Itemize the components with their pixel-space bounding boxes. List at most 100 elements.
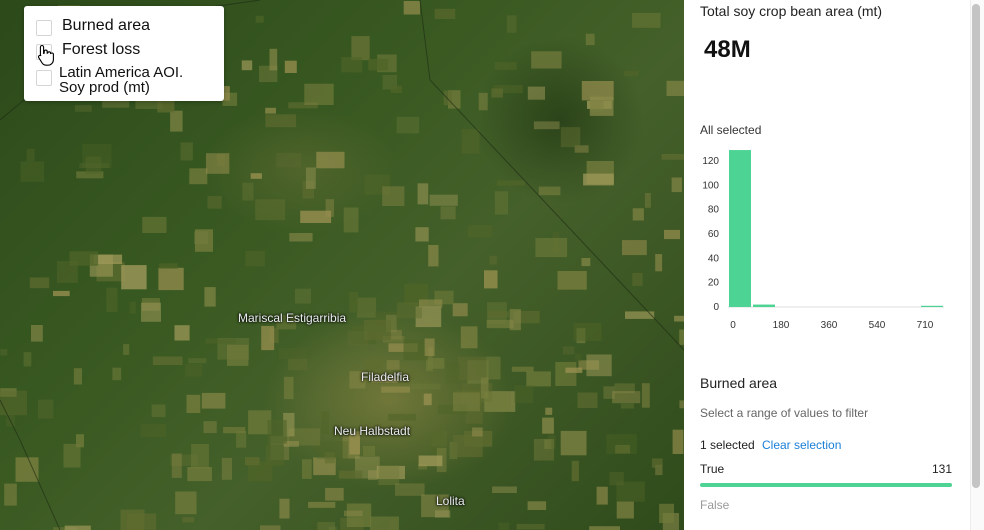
category-label-true[interactable]: True: [700, 462, 724, 476]
field-patch: [575, 353, 582, 362]
clear-selection-link[interactable]: Clear selection: [762, 438, 841, 452]
histogram-bar[interactable]: [729, 150, 751, 307]
field-patch: [188, 358, 207, 364]
field-patch: [368, 58, 389, 71]
field-patch: [324, 452, 335, 464]
field-patch: [386, 360, 400, 370]
field-patch: [674, 315, 684, 322]
field-patch: [557, 271, 587, 290]
field-patch: [182, 517, 195, 523]
field-patch: [279, 498, 290, 519]
x-tick-label: 180: [773, 320, 790, 331]
field-patch: [180, 142, 193, 161]
field-patch: [242, 182, 254, 201]
field-patch: [457, 356, 487, 381]
field-patch: [396, 116, 420, 134]
field-patch: [429, 194, 458, 206]
field-patch: [64, 525, 91, 530]
field-patch: [15, 457, 39, 482]
field-patch: [571, 460, 579, 482]
histogram-chart[interactable]: 0 20 40 60 80 100 120 0 180 360 540 710: [684, 150, 984, 340]
field-patch: [288, 358, 308, 371]
field-patch: [294, 288, 311, 304]
y-tick-label: 60: [708, 229, 720, 240]
x-tick-label: 540: [869, 320, 886, 331]
field-patch: [289, 233, 313, 242]
field-patch: [73, 368, 82, 385]
field-patch: [261, 326, 275, 351]
field-patch: [250, 173, 262, 179]
field-patch: [26, 148, 35, 162]
field-patch: [255, 15, 264, 23]
histogram-bar[interactable]: [921, 305, 943, 307]
field-patch: [596, 486, 608, 505]
layer-toggle-latin-america-aoi[interactable]: Latin America AOI. Soy prod (mt): [36, 65, 183, 95]
field-patch: [467, 225, 493, 238]
field-patch: [221, 457, 232, 480]
field-patch: [245, 250, 265, 267]
field-patch: [616, 481, 645, 502]
field-patch: [615, 444, 631, 454]
field-patch: [494, 62, 517, 70]
field-patch: [403, 1, 420, 15]
field-patch: [191, 444, 209, 469]
field-patch: [620, 403, 635, 409]
side-panel: Total soy crop bean area (mt) 48M All se…: [684, 0, 984, 530]
field-patch: [443, 90, 452, 106]
field-patch: [175, 491, 197, 515]
field-patch: [141, 302, 161, 322]
field-patch: [489, 255, 497, 265]
field-patch: [531, 51, 562, 69]
field-patch: [428, 245, 439, 267]
field-patch: [4, 483, 17, 506]
field-patch: [560, 430, 587, 456]
field-patch: [344, 510, 363, 517]
field-patch: [171, 453, 182, 478]
field-patch: [445, 362, 460, 384]
layer-toggle-burned-area[interactable]: Burned area: [36, 17, 150, 36]
category-bar-true[interactable]: [700, 483, 952, 487]
y-tick-label: 20: [708, 278, 720, 289]
field-patch: [671, 177, 682, 193]
field-patch: [632, 12, 661, 28]
field-patch: [395, 483, 425, 496]
field-patch: [419, 299, 443, 308]
field-patch: [533, 438, 555, 461]
field-patch: [276, 152, 302, 168]
field-patch: [31, 325, 43, 342]
field-patch: [472, 427, 483, 437]
field-patch: [555, 362, 577, 386]
map-label-lolita: Lolita: [436, 494, 465, 508]
field-patch: [586, 354, 612, 377]
field-patch: [0, 349, 8, 356]
field-patch: [204, 287, 216, 307]
field-patch: [651, 458, 663, 468]
field-patch: [491, 88, 503, 98]
field-patch: [538, 186, 561, 196]
histogram-bar[interactable]: [753, 304, 775, 307]
field-patch: [417, 183, 429, 205]
scrollbar-thumb[interactable]: [972, 4, 980, 488]
category-count-true: 131: [931, 462, 952, 476]
field-patch: [581, 258, 591, 267]
field-patch: [527, 501, 547, 510]
field-patch: [624, 70, 639, 77]
field-patch: [151, 404, 166, 418]
layer-label: Burned area: [62, 17, 151, 34]
field-patch: [187, 467, 212, 482]
selected-count: 1 selected: [700, 438, 755, 452]
field-patch: [577, 392, 598, 408]
field-patch: [300, 210, 332, 223]
field-patch: [622, 240, 647, 256]
field-patch: [612, 391, 641, 404]
field-patch: [316, 151, 345, 169]
field-patch: [152, 356, 183, 365]
field-patch: [453, 392, 480, 412]
field-patch: [625, 311, 655, 319]
field-patch: [514, 385, 534, 403]
field-patch: [672, 429, 684, 454]
checkbox[interactable]: [36, 70, 52, 86]
category-label-false[interactable]: False: [700, 498, 729, 512]
checkbox[interactable]: [36, 20, 52, 36]
field-patch: [382, 186, 405, 206]
